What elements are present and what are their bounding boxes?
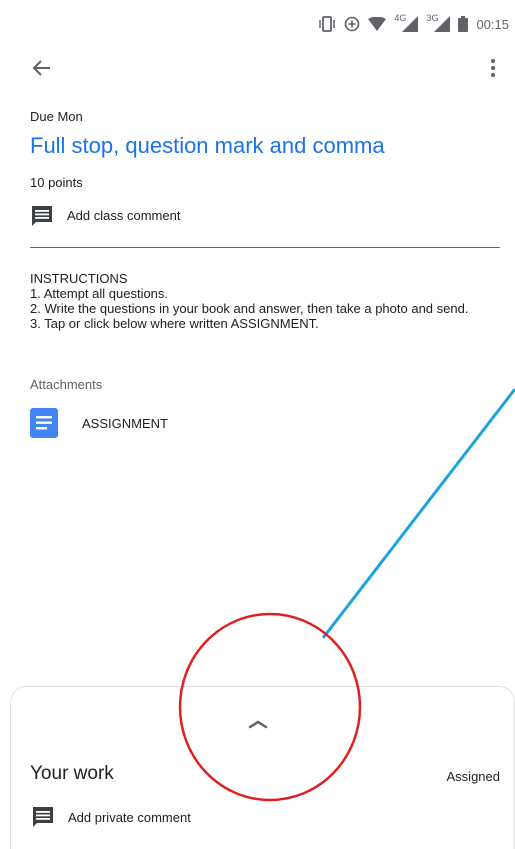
instructions-line: INSTRUCTIONS [30, 271, 128, 286]
comment-icon [31, 805, 55, 829]
arrow-back-icon [32, 58, 52, 83]
google-doc-icon [30, 408, 58, 438]
app-bar [0, 48, 515, 92]
attachments-heading: Attachments [30, 377, 103, 392]
more-options-button[interactable] [481, 54, 505, 86]
battery-icon [458, 16, 469, 32]
chevron-up-icon [243, 718, 273, 735]
wifi-icon [368, 17, 387, 31]
assignment-title: Full stop, question mark and comma [30, 133, 385, 158]
due-date: Due Mon [30, 109, 83, 124]
instructions-line: 3. Tap or click below where written ASSI… [30, 316, 319, 331]
add-class-comment-label: Add class comment [67, 208, 181, 223]
data-saver-icon [344, 16, 360, 32]
more-vert-icon [490, 58, 496, 83]
expand-sheet-button[interactable] [243, 715, 273, 731]
your-work-heading: Your work [30, 763, 114, 784]
vibrate-icon [318, 16, 336, 32]
add-class-comment-button[interactable]: Add class comment [30, 204, 500, 248]
your-work-sheet[interactable]: Your work Assigned Add private comment [10, 686, 515, 849]
back-button[interactable] [26, 54, 58, 86]
instructions-line: 2. Write the questions in your book and … [30, 301, 469, 316]
instructions-line: 1. Attempt all questions. [30, 286, 169, 301]
status-badge: Assigned [446, 769, 500, 784]
points-value: 10 points [30, 175, 83, 190]
signal-4g-icon: 4G [394, 13, 419, 32]
attachment-name: ASSIGNMENT [82, 415, 168, 431]
clock: 00:15 [476, 16, 509, 32]
network-4g-label: 4G [394, 13, 407, 23]
network-3g-label: 3G [426, 13, 439, 23]
attachment-item[interactable]: ASSIGNMENT [30, 407, 168, 439]
add-private-comment-label: Add private comment [68, 809, 191, 825]
signal-3g-icon: 3G [426, 13, 451, 32]
instructions-text: INSTRUCTIONS 1. Attempt all questions. 2… [30, 271, 500, 331]
comment-icon [30, 204, 54, 228]
add-private-comment-button[interactable]: Add private comment [31, 805, 191, 829]
status-bar: 4G 3G 00:15 [0, 0, 515, 48]
